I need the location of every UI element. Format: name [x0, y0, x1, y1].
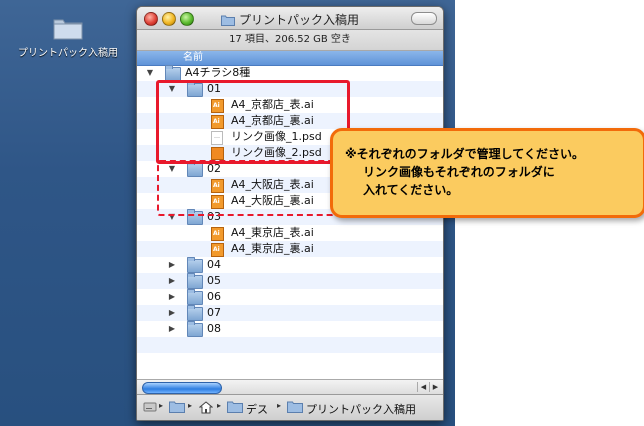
item-name: 04 — [207, 258, 221, 271]
illustrator-file-icon — [211, 227, 224, 241]
horizontal-scrollbar[interactable]: ◀ ▶ — [137, 379, 443, 395]
folder-row[interactable]: ▶ 06 — [137, 289, 443, 305]
item-name: A4チラシ8種 — [185, 66, 251, 79]
status-bar: 17 項目、206.52 GB 空き — [137, 30, 443, 51]
folder-icon — [187, 321, 203, 337]
item-name: A4_東京店_表.ai — [231, 226, 314, 239]
item-name: 07 — [207, 306, 221, 319]
item-name: 06 — [207, 290, 221, 303]
folder-icon — [187, 305, 203, 321]
scroll-right-arrow-icon[interactable]: ▶ — [429, 382, 441, 392]
folder-icon — [187, 257, 203, 273]
folder-icon — [53, 16, 83, 40]
illustrator-file-icon — [211, 243, 224, 257]
desktop-folder-label: プリントパック入稿用 — [18, 48, 118, 59]
desktop-folder[interactable]: プリントパック入稿用 — [8, 16, 128, 59]
item-name: 08 — [207, 322, 221, 335]
title-bar[interactable]: プリントパック入稿用 — [137, 7, 443, 30]
highlight-box-folder-02 — [157, 160, 335, 216]
user-folder-icon[interactable] — [169, 401, 185, 416]
file-row[interactable]: A4_東京店_表.ai — [137, 225, 443, 241]
disclosure-open-icon[interactable]: ▼ — [145, 65, 155, 81]
callout-line-2: リンク画像もそれぞれのフォルダに — [363, 165, 555, 179]
path-separator-icon: ▸ — [188, 401, 193, 410]
scrollbar-thumb[interactable] — [142, 382, 222, 394]
folder-row[interactable]: ▼ A4チラシ8種 — [137, 65, 443, 81]
toolbar-toggle-button[interactable] — [411, 12, 437, 25]
path-separator-icon: ▸ — [217, 401, 222, 410]
callout-line-3: 入れてください。 — [363, 183, 459, 197]
callout-line-1: ※それぞれのフォルダで管理してください。 — [345, 147, 584, 161]
path-separator-icon: ▸ — [159, 401, 164, 410]
folder-row[interactable]: ▶ 04 — [137, 257, 443, 273]
folder-row[interactable]: ▶ 05 — [137, 273, 443, 289]
path-separator-icon: ▸ — [277, 401, 282, 410]
disclosure-closed-icon[interactable]: ▶ — [167, 273, 177, 289]
folder-icon — [187, 273, 203, 289]
path-item-desktop[interactable]: デス — [246, 401, 268, 417]
empty-row — [137, 337, 443, 353]
path-bar: ▸ ▸ ▸ デス ▸ プリントパック入稿用 — [137, 394, 443, 420]
disclosure-closed-icon[interactable]: ▶ — [167, 289, 177, 305]
window-title: プリントパック入稿用 — [238, 13, 359, 27]
folder-row[interactable]: ▶ 07 — [137, 305, 443, 321]
current-folder-icon[interactable] — [287, 401, 303, 416]
hard-disk-icon[interactable] — [143, 401, 157, 416]
disclosure-closed-icon[interactable]: ▶ — [167, 305, 177, 321]
scroll-left-arrow-icon[interactable]: ◀ — [417, 382, 429, 392]
path-item-current[interactable]: プリントパック入稿用 — [306, 401, 416, 417]
folder-icon — [187, 289, 203, 305]
item-name: 05 — [207, 274, 221, 287]
title-folder-icon — [220, 15, 235, 29]
folder-icon — [165, 65, 181, 81]
file-row[interactable]: A4_東京店_裏.ai — [137, 241, 443, 257]
item-name: A4_東京店_裏.ai — [231, 242, 314, 255]
folder-row[interactable]: ▶ 08 — [137, 321, 443, 337]
home-icon[interactable] — [198, 401, 214, 417]
empty-row — [137, 353, 443, 369]
callout-note: ※それぞれのフォルダで管理してください。 リンク画像もそれぞれのフォルダに 入れ… — [330, 128, 644, 218]
highlight-box-folder-01 — [156, 80, 350, 164]
disclosure-closed-icon[interactable]: ▶ — [167, 257, 177, 273]
column-header-name[interactable]: 名前 — [137, 51, 443, 66]
desktop-folder-icon[interactable] — [227, 401, 243, 416]
disclosure-closed-icon[interactable]: ▶ — [167, 321, 177, 337]
